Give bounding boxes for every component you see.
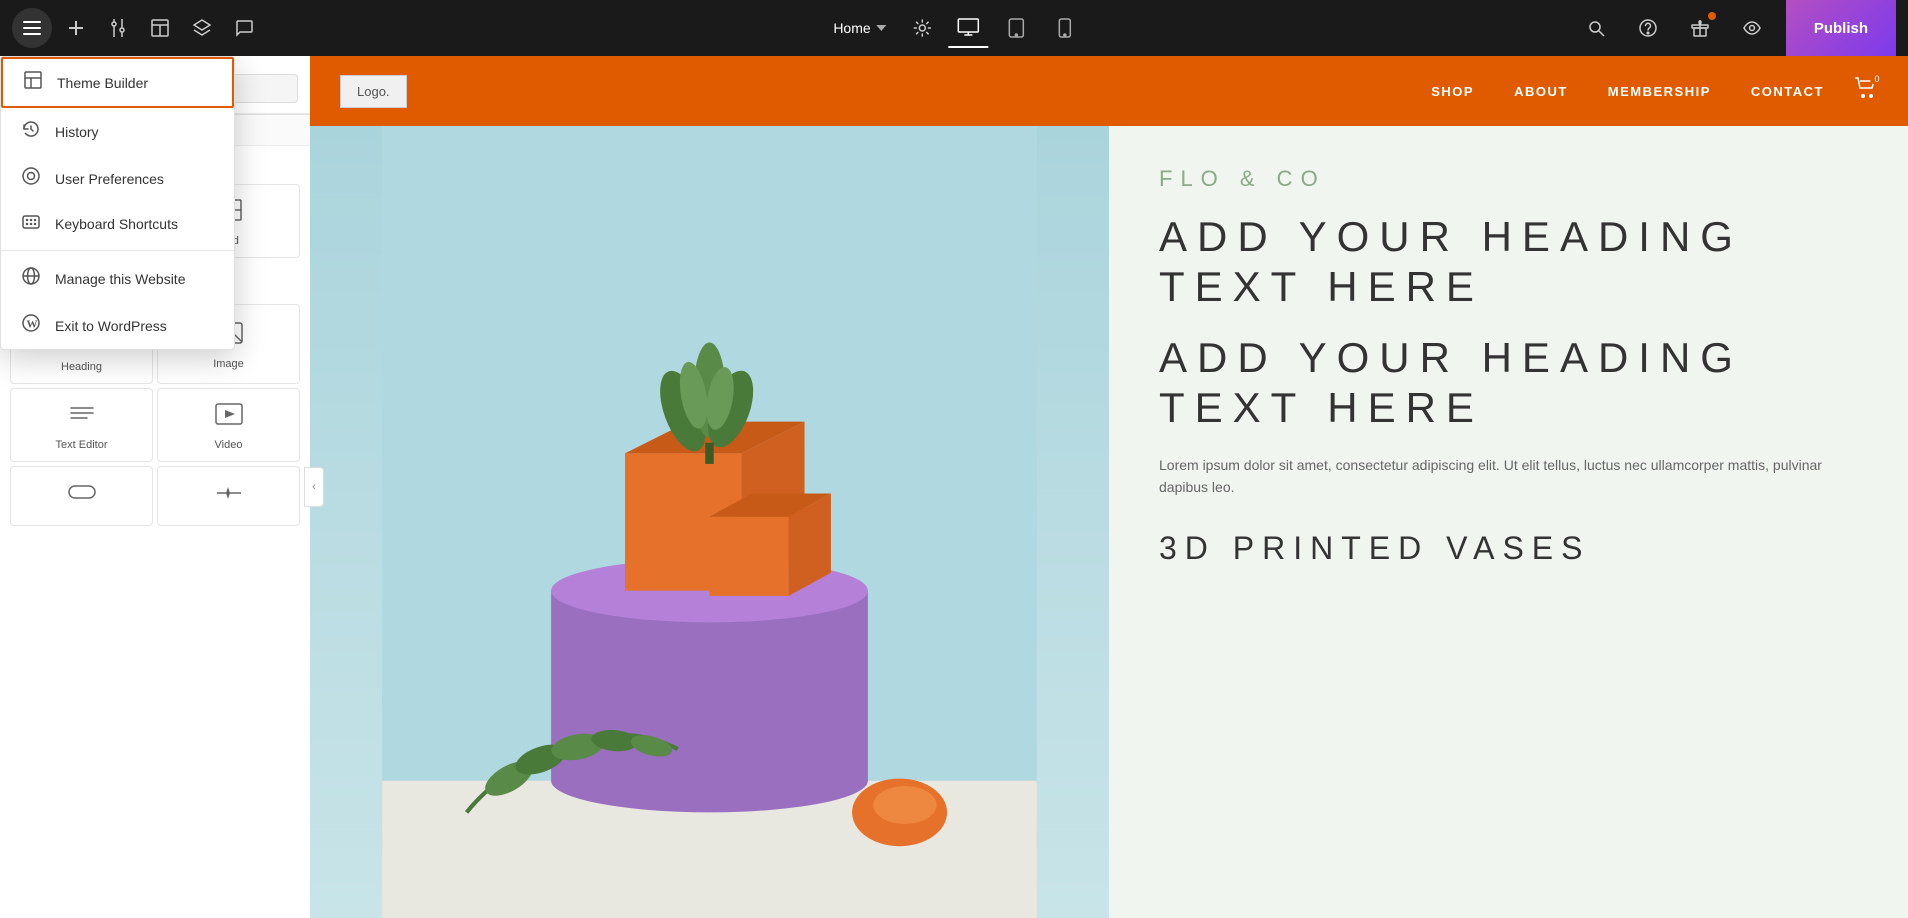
widget-text-editor[interactable]: Text Editor: [10, 388, 153, 462]
top-toolbar: Home: [0, 0, 1908, 56]
website-preview: Logo. SHOP ABOUT MEMBERSHIP CONTACT 0: [310, 56, 1908, 918]
add-element-button[interactable]: [58, 10, 94, 46]
dropdown-item-exit-wordpress[interactable]: W Exit to WordPress: [1, 302, 234, 349]
widget-divider[interactable]: [157, 466, 300, 526]
brand-name: FLO & CO: [1159, 166, 1858, 192]
panel-collapse-button[interactable]: ‹: [304, 467, 324, 507]
site-content: FLO & CO ADD YOUR HEADING TEXT HERE ADD …: [310, 126, 1908, 918]
left-panel: Theme Builder History: [0, 56, 310, 918]
site-body-text: Lorem ipsum dolor sit amet, consectetur …: [1159, 454, 1858, 499]
button-widget-icon: [68, 481, 96, 507]
main-layout: Theme Builder History: [0, 56, 1908, 918]
site-text-column: FLO & CO ADD YOUR HEADING TEXT HERE ADD …: [1109, 126, 1908, 918]
widget-video[interactable]: Video: [157, 388, 300, 462]
cart-count: 0: [1870, 73, 1884, 85]
site-sub-heading: 3D PRINTED VASES: [1159, 528, 1858, 570]
widget-label: Text Editor: [56, 439, 108, 451]
widget-label: Image: [213, 358, 244, 370]
user-preferences-icon: [21, 167, 41, 190]
gift-button[interactable]: [1682, 10, 1718, 46]
svg-text:W: W: [27, 319, 38, 331]
notification-dot: [1708, 12, 1716, 20]
keyboard-icon: [21, 214, 41, 234]
nav-link-shop: SHOP: [1431, 84, 1474, 99]
site-heading-1: ADD YOUR HEADING TEXT HERE: [1159, 212, 1858, 313]
help-button[interactable]: [1630, 10, 1666, 46]
video-widget-icon: [215, 403, 243, 431]
dropdown-item-label: Theme Builder: [57, 75, 148, 91]
manage-website-icon: [21, 267, 41, 290]
tablet-view-button[interactable]: [997, 8, 1037, 48]
site-logo: Logo.: [340, 75, 407, 108]
publish-button[interactable]: Publish: [1786, 0, 1896, 56]
dropdown-item-label: History: [55, 124, 99, 140]
text-editor-widget-icon: [69, 403, 95, 431]
nav-link-contact: CONTACT: [1751, 84, 1824, 99]
dropdown-item-history[interactable]: History: [1, 108, 234, 155]
dropdown-divider: [1, 250, 234, 251]
plant-illustration-svg: [310, 126, 1109, 918]
nav-link-membership: MEMBERSHIP: [1608, 84, 1711, 99]
search-button[interactable]: [1578, 10, 1614, 46]
widget-button[interactable]: [10, 466, 153, 526]
dropdown-item-keyboard-shortcuts[interactable]: Keyboard Shortcuts: [1, 202, 234, 246]
nav-link-about: ABOUT: [1514, 84, 1568, 99]
site-heading-2: ADD YOUR HEADING TEXT HERE: [1159, 333, 1858, 434]
mobile-view-button[interactable]: [1045, 8, 1085, 48]
dropdown-item-label: Keyboard Shortcuts: [55, 216, 178, 232]
comments-button[interactable]: [226, 10, 262, 46]
preview-button[interactable]: [1734, 10, 1770, 46]
theme-builder-icon: [23, 71, 43, 94]
cart-icon: 0: [1854, 77, 1878, 105]
nav-links: SHOP ABOUT MEMBERSHIP CONTACT: [1431, 84, 1824, 99]
site-navigation: Logo. SHOP ABOUT MEMBERSHIP CONTACT 0: [310, 56, 1908, 126]
customize-button[interactable]: [100, 10, 136, 46]
toolbar-left: [12, 8, 262, 48]
divider-widget-icon: [215, 481, 243, 507]
page-settings-button[interactable]: [905, 10, 941, 46]
hamburger-dropdown-menu: Theme Builder History: [0, 56, 235, 350]
dropdown-item-label: User Preferences: [55, 171, 164, 187]
dropdown-item-label: Manage this Website: [55, 271, 185, 287]
widget-label: Heading: [61, 361, 102, 373]
canvas-area: Logo. SHOP ABOUT MEMBERSHIP CONTACT 0: [310, 56, 1908, 918]
widget-label: Video: [215, 439, 243, 451]
templates-button[interactable]: [142, 10, 178, 46]
current-page-label: Home: [833, 20, 870, 36]
toolbar-center: Home: [823, 8, 1084, 48]
hamburger-menu-button[interactable]: [12, 8, 52, 48]
dropdown-item-user-preferences[interactable]: User Preferences: [1, 155, 234, 202]
desktop-view-button[interactable]: [949, 8, 989, 48]
plant-scene: [310, 126, 1109, 918]
dropdown-item-theme-builder[interactable]: Theme Builder: [1, 57, 234, 108]
history-icon: [21, 120, 41, 143]
page-selector-dropdown[interactable]: Home: [823, 14, 896, 42]
dropdown-item-manage-website[interactable]: Manage this Website: [1, 255, 234, 302]
wordpress-icon: W: [21, 314, 41, 337]
layers-button[interactable]: [184, 10, 220, 46]
toolbar-right: Publish: [1578, 0, 1896, 56]
site-hero-image: [310, 126, 1109, 918]
dropdown-item-label: Exit to WordPress: [55, 318, 167, 334]
